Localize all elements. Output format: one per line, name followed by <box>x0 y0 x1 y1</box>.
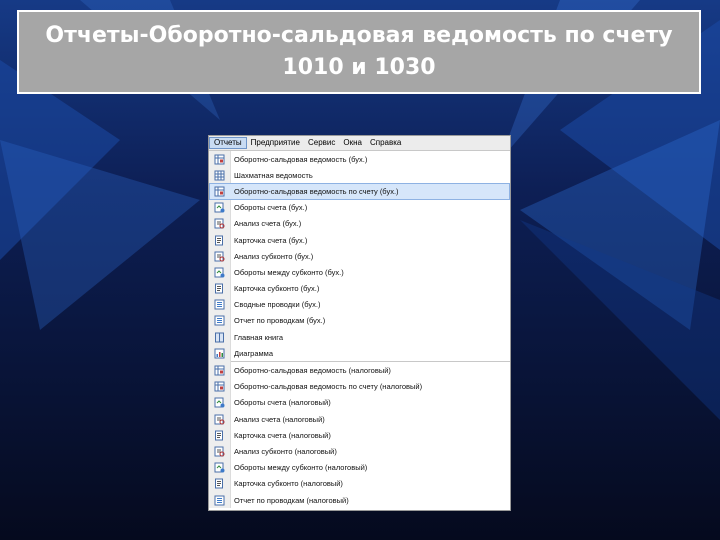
menu-item-label: Анализ счета (налоговый) <box>234 414 325 424</box>
menubar-item[interactable]: Справка <box>366 137 405 149</box>
slide-title: Отчеты-Оборотно-сальдовая ведомость по с… <box>45 23 673 80</box>
analysis-icon <box>209 411 230 427</box>
chart-icon <box>209 345 230 361</box>
turnover-icon <box>209 460 230 476</box>
menu-item-label: Анализ субконто (бух.) <box>234 251 314 261</box>
grid-report-icon <box>209 167 230 183</box>
menu-item-label: Оборотно-сальдовая ведомость (бух.) <box>234 154 368 164</box>
reports-dropdown-menu: Оборотно-сальдовая ведомость (бух.) Шахма… <box>209 151 510 509</box>
card-icon <box>209 476 230 492</box>
menu-item-label: Карточка счета (налоговый) <box>234 430 331 440</box>
menu-item[interactable]: Обороты между субконто (бух.) <box>209 264 510 280</box>
card-icon <box>209 427 230 443</box>
menu-item-label: Отчет по проводкам (бух.) <box>234 316 326 326</box>
menu-item-label: Анализ счета (бух.) <box>234 219 302 229</box>
menu-item[interactable]: Карточка субконто (налоговый) <box>209 476 510 492</box>
menu-item-label: Оборотно-сальдовая ведомость по счету (б… <box>234 186 399 196</box>
menu-item-label: Диаграмма <box>234 348 274 358</box>
card-icon <box>209 281 230 297</box>
analysis-icon <box>209 216 230 232</box>
menubar-item[interactable]: Сервис <box>304 137 339 149</box>
report-table-icon <box>209 363 230 379</box>
menu-item-label: Обороты между субконто (бух.) <box>234 267 344 277</box>
entries-icon <box>209 492 230 508</box>
turnover-icon <box>209 200 230 216</box>
analysis-icon <box>209 248 230 264</box>
app-screenshot: Отчеты Предприятие Сервис Окна Справка Оборо… <box>208 135 511 511</box>
turnover-icon <box>209 395 230 411</box>
menu-item[interactable]: Главная книга <box>209 329 510 345</box>
ledger-icon <box>209 329 230 345</box>
menubar-item[interactable]: Предприятие <box>247 137 304 149</box>
entries-icon <box>209 313 230 329</box>
menu-item-label: Обороты счета (налоговый) <box>234 398 331 408</box>
menu-item-label: Отчет по проводкам (налоговый) <box>234 495 349 505</box>
menu-item[interactable]: Карточка счета (бух.) <box>209 232 510 248</box>
menu-item-label: Оборотно-сальдовая ведомость (налоговый) <box>234 366 391 376</box>
report-table-icon <box>209 379 230 395</box>
menu-item[interactable]: Обороты между субконто (налоговый) <box>209 460 510 476</box>
slide-title-box: Отчеты-Оборотно-сальдовая ведомость по с… <box>17 10 701 94</box>
menu-item-label: Обороты между субконто (налоговый) <box>234 463 368 473</box>
menu-item-label: Анализ субконто (налоговый) <box>234 446 337 456</box>
menu-item-label: Карточка субконто (бух.) <box>234 284 320 294</box>
menu-item[interactable]: Анализ счета (бух.) <box>209 216 510 232</box>
menu-item-label: Главная книга <box>234 332 283 342</box>
menu-item-label: Шахматная ведомость <box>234 170 313 180</box>
menu-item[interactable]: Обороты счета (налоговый) <box>209 395 510 411</box>
menu-item[interactable]: Отчет по проводкам (налоговый) <box>209 492 510 508</box>
menu-item[interactable]: Анализ субконто (налоговый) <box>209 443 510 459</box>
menu-item[interactable]: Отчет по проводкам (бух.) <box>209 313 510 329</box>
report-table-icon <box>209 151 230 167</box>
menu-item[interactable]: Оборотно-сальдовая ведомость по счету (б… <box>209 183 510 200</box>
menu-item[interactable]: Карточка счета (налоговый) <box>209 427 510 443</box>
menu-item[interactable]: Оборотно-сальдовая ведомость (налоговый) <box>209 362 510 378</box>
turnover-icon <box>209 264 230 280</box>
card-icon <box>209 232 230 248</box>
menubar-item[interactable]: Отчеты <box>209 137 247 149</box>
analysis-icon <box>209 443 230 459</box>
menu-item[interactable]: Анализ счета (налоговый) <box>209 411 510 427</box>
menu-item[interactable]: Сводные проводки (бух.) <box>209 297 510 313</box>
menu-item-label: Оборотно-сальдовая ведомость по счету (н… <box>234 382 423 392</box>
menu-item[interactable]: Обороты счета (бух.) <box>209 200 510 216</box>
menu-item-label: Сводные проводки (бух.) <box>234 300 321 310</box>
menu-bar: Отчеты Предприятие Сервис Окна Справка <box>209 136 510 151</box>
menu-item[interactable]: Диаграмма <box>209 345 510 361</box>
menu-item-label: Карточка счета (бух.) <box>234 235 308 245</box>
menubar-item[interactable]: Окна <box>339 137 366 149</box>
menu-item[interactable]: Оборотно-сальдовая ведомость (бух.) <box>209 151 510 167</box>
report-table-icon <box>209 183 230 199</box>
menu-item[interactable]: Анализ субконто (бух.) <box>209 248 510 264</box>
menu-item[interactable]: Карточка субконто (бух.) <box>209 281 510 297</box>
menu-item[interactable]: Оборотно-сальдовая ведомость по счету (н… <box>209 379 510 395</box>
menu-item-label: Обороты счета (бух.) <box>234 203 308 213</box>
menu-item-label: Карточка субконто (налоговый) <box>234 479 343 489</box>
menu-item[interactable]: Шахматная ведомость <box>209 167 510 183</box>
entries-icon <box>209 297 230 313</box>
